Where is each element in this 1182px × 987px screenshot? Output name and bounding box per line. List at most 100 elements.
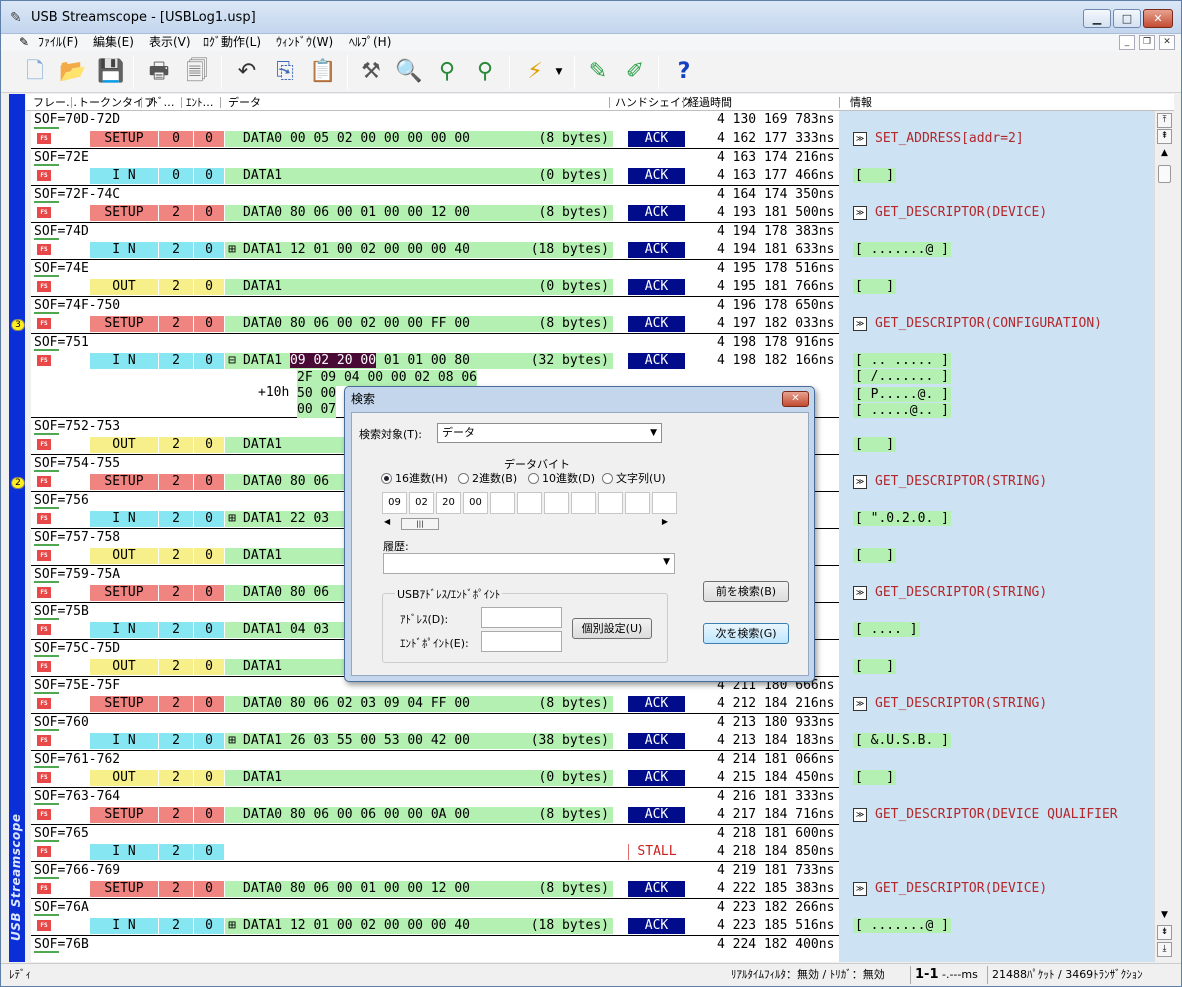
undo-icon[interactable]: ↶ — [230, 55, 264, 89]
sof-row[interactable]: SOF=72F-74C 4 164 174 350ns — [31, 185, 839, 203]
endpoint-input[interactable] — [481, 631, 562, 652]
radio-dec[interactable]: 10進数(D) — [528, 470, 595, 486]
menu-log[interactable]: ﾛｸﾞ動作(L) — [203, 34, 261, 51]
find-next-icon[interactable]: ⚲ — [468, 55, 502, 89]
scroll-left-icon[interactable]: ◀ — [384, 517, 390, 526]
col-handshake[interactable]: ハンドシェイク — [615, 94, 692, 111]
radio-str[interactable]: 文字列(U) — [602, 470, 666, 486]
col-elapsed[interactable]: 経過時間 — [688, 94, 732, 111]
open-folder-icon[interactable]: 📂 — [56, 55, 90, 89]
scroll-top-button[interactable]: ⤒ — [1157, 113, 1172, 128]
marker-3[interactable]: 3 — [11, 319, 25, 331]
minimize-button[interactable]: ▁ — [1083, 9, 1111, 28]
sof-row[interactable]: SOF=760 4 213 180 933ns — [31, 713, 839, 731]
radio-hex-icon[interactable] — [381, 472, 392, 484]
mdi-minimize-button[interactable]: _ — [1119, 35, 1135, 50]
close-button[interactable]: ✕ — [1143, 9, 1173, 28]
scroll-thumb[interactable] — [1158, 165, 1171, 183]
sof-row[interactable]: SOF=763-764 4 216 181 333ns — [31, 787, 839, 805]
find-next-button[interactable]: 次を検索(G) — [703, 623, 789, 644]
byte-input[interactable] — [598, 492, 623, 514]
sof-row[interactable]: SOF=70D-72D 4 130 169 783ns — [31, 111, 839, 129]
col-address[interactable]: ｱﾄﾞ… — [147, 94, 175, 111]
scroll-up-icon[interactable]: ▲ — [1157, 147, 1172, 162]
packet-row[interactable]: FS SETUP 2 0 DATA0 80 06 02 03 09 04 FF 00 (8… — [31, 694, 839, 713]
sof-row[interactable]: SOF=74E 4 195 178 516ns — [31, 259, 839, 277]
print-icon[interactable]: 🖶 — [142, 55, 176, 89]
settings-icon[interactable]: ⚒ — [354, 55, 388, 89]
menu-edit[interactable]: 編集(E) — [93, 34, 134, 51]
byte-scrollbar[interactable]: ◀ ||| ▶ — [382, 517, 672, 531]
sof-row[interactable]: SOF=76A 4 223 182 266ns — [31, 898, 839, 916]
byte-input[interactable]: 09 — [382, 492, 407, 514]
packet-row[interactable]: FS I N 2 0 ⊞ DATA1 12 01 00 02 00 00 00 40 (18… — [31, 916, 839, 935]
sof-row[interactable]: SOF=76B 4 224 182 400ns — [31, 935, 839, 953]
find-icon[interactable]: 🔍 — [392, 55, 426, 89]
radio-hex[interactable]: 16進数(H) — [381, 470, 448, 486]
request-arrow-icon[interactable]: ≫ — [853, 585, 867, 600]
byte-input[interactable] — [544, 492, 569, 514]
byte-scroll-thumb[interactable]: ||| — [401, 518, 439, 530]
scroll-page-up-button[interactable]: ⇞ — [1157, 129, 1172, 144]
sof-row[interactable]: SOF=74F-750 4 196 178 650ns — [31, 296, 839, 314]
col-info[interactable]: 情報 — [850, 94, 872, 111]
start-capture-icon[interactable]: ✎ — [581, 55, 615, 89]
byte-input[interactable] — [490, 492, 515, 514]
save-icon[interactable]: 💾 — [94, 55, 128, 89]
dialog-title[interactable]: 検索 — [351, 390, 375, 408]
packet-row[interactable]: FS SETUP 2 0 DATA0 80 06 00 02 00 00 FF 00 (8… — [31, 314, 839, 333]
request-arrow-icon[interactable]: ≫ — [853, 205, 867, 220]
request-arrow-icon[interactable]: ≫ — [853, 696, 867, 711]
radio-bin-icon[interactable] — [458, 472, 469, 484]
address-input[interactable] — [481, 607, 562, 628]
request-arrow-icon[interactable]: ≫ — [853, 474, 867, 489]
sof-row[interactable]: SOF=761-762 4 214 181 066ns — [31, 750, 839, 768]
copy-icon[interactable]: ⎘ — [268, 55, 302, 89]
info-pane[interactable]: ≫ SET_ADDRESS[addr=2] [ ] ≫ GET_DESCRIPTOR(D… — [839, 111, 1154, 962]
packet-row[interactable]: FS OUT 2 0 DATA1 (0 bytes) ACK 4 215 184 450ns — [31, 768, 839, 787]
vertical-scrollbar[interactable]: ⤒ ⇞ ▲ ▼ ⇟ ⤓ — [1154, 111, 1174, 962]
packet-row[interactable]: FS SETUP 2 0 DATA0 80 06 00 01 00 00 12 00 (8… — [31, 879, 839, 898]
print-preview-icon[interactable]: 🗐 — [180, 55, 214, 89]
packet-row[interactable]: FS I N 2 0 ⊟ DATA1 09 02 20 00 01 01 00 80 (32… — [31, 351, 839, 370]
request-arrow-icon[interactable]: ≫ — [853, 881, 867, 896]
radio-str-icon[interactable] — [602, 472, 613, 484]
byte-input[interactable]: 20 — [436, 492, 461, 514]
packet-row[interactable]: FS OUT 2 0 DATA1 (0 bytes) ACK 4 195 181 766ns — [31, 277, 839, 296]
packet-row[interactable]: FS SETUP 2 0 DATA0 80 06 00 01 00 00 12 00 (8… — [31, 203, 839, 222]
packet-row[interactable]: FS I N 2 0 ⊞ DATA1 26 03 55 00 53 00 42 00 (38… — [31, 731, 839, 750]
sof-row[interactable]: SOF=765 4 218 181 600ns — [31, 824, 839, 842]
mdi-restore-button[interactable]: ❐ — [1139, 35, 1155, 50]
individual-settings-button[interactable]: 個別設定(U) — [572, 618, 652, 639]
trigger-dropdown-icon[interactable]: ▼ — [552, 55, 566, 89]
byte-input[interactable]: 00 — [463, 492, 488, 514]
request-arrow-icon[interactable]: ≫ — [853, 131, 867, 146]
request-arrow-icon[interactable]: ≫ — [853, 316, 867, 331]
new-file-icon[interactable]: 🗋 — [18, 55, 52, 89]
menu-view[interactable]: 表示(V) — [149, 34, 191, 51]
help-icon[interactable]: ? — [667, 55, 701, 89]
byte-input[interactable] — [571, 492, 596, 514]
marker-2[interactable]: 2 — [11, 477, 25, 489]
sof-row[interactable]: SOF=72E 4 163 174 216ns — [31, 148, 839, 166]
stop-capture-icon[interactable]: ✐ — [618, 55, 652, 89]
radio-dec-icon[interactable] — [528, 472, 539, 484]
history-combo[interactable]: ▼ — [383, 553, 675, 574]
menu-window[interactable]: ｳｨﾝﾄﾞｳ(W) — [276, 34, 333, 51]
scroll-page-down-button[interactable]: ⇟ — [1157, 925, 1172, 940]
byte-input[interactable] — [625, 492, 650, 514]
scroll-right-icon[interactable]: ▶ — [662, 517, 668, 526]
trigger-icon[interactable]: ⚡ — [518, 55, 552, 89]
target-select[interactable]: データ ▼ — [437, 423, 662, 443]
byte-input[interactable] — [517, 492, 542, 514]
byte-input[interactable] — [652, 492, 677, 514]
sof-row[interactable]: SOF=74D 4 194 178 383ns — [31, 222, 839, 240]
maximize-button[interactable]: □ — [1113, 9, 1141, 28]
packet-row[interactable]: FS SETUP 2 0 DATA0 80 06 00 06 00 00 0A 00 (8… — [31, 805, 839, 824]
request-arrow-icon[interactable]: ≫ — [853, 807, 867, 822]
byte-input[interactable]: 02 — [409, 492, 434, 514]
menu-help[interactable]: ﾍﾙﾌﾟ(H) — [349, 34, 391, 51]
expand-icon[interactable]: ⊞ — [225, 733, 239, 749]
title-bar[interactable]: ✎ USB Streamscope - [USBLog1.usp] ▁ □ ✕ — [1, 1, 1181, 34]
packet-row[interactable]: FS I N 2 0 STALL 4 218 184 850ns — [31, 842, 839, 861]
